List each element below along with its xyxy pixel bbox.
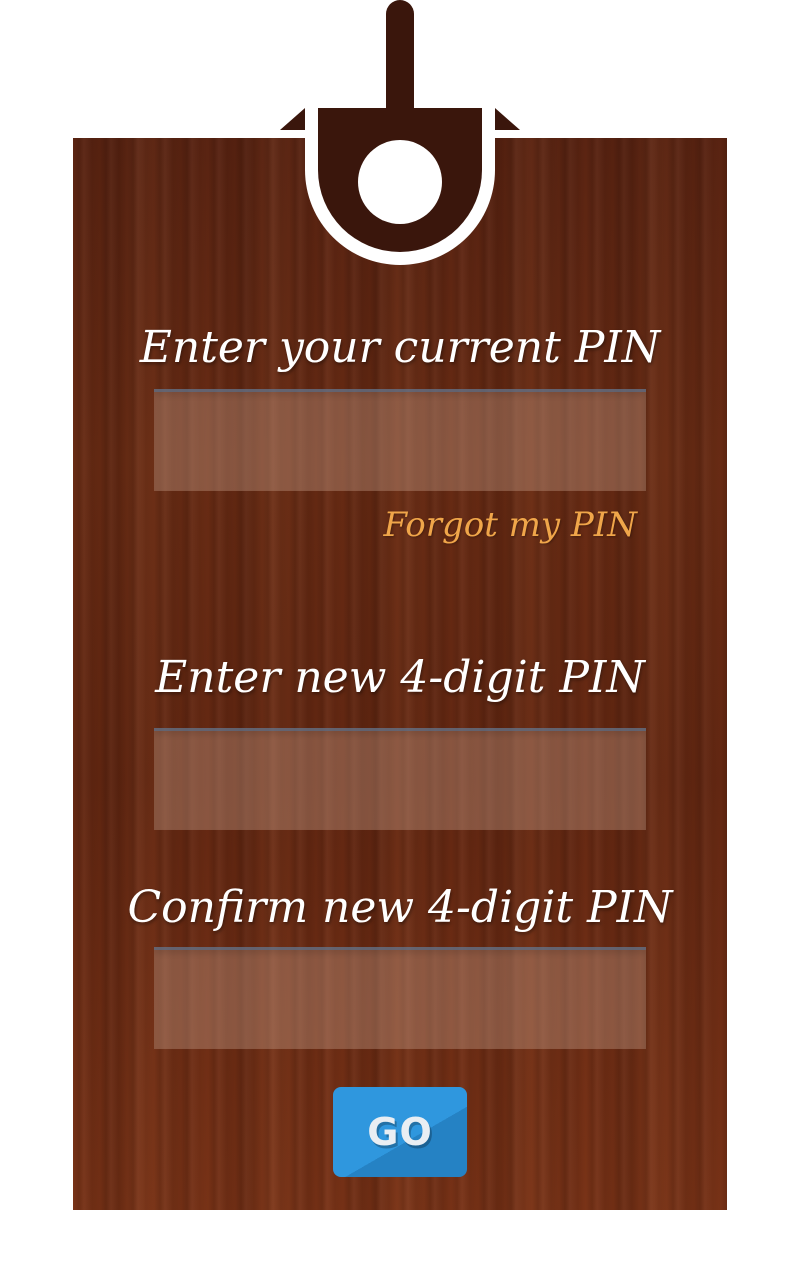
current-pin-input[interactable] — [154, 389, 646, 491]
confirm-pin-label: Confirm new 4-digit PIN — [127, 882, 673, 933]
new-pin-label: Enter new 4-digit PIN — [155, 652, 645, 703]
new-pin-input[interactable] — [154, 728, 646, 830]
go-button[interactable]: GO — [333, 1087, 467, 1177]
forgot-pin-link[interactable]: Forgot my PIN — [384, 500, 637, 550]
confirm-pin-input[interactable] — [154, 947, 646, 1049]
current-pin-label: Enter your current PIN — [139, 322, 661, 373]
tag-hanger-icon — [280, 0, 520, 265]
